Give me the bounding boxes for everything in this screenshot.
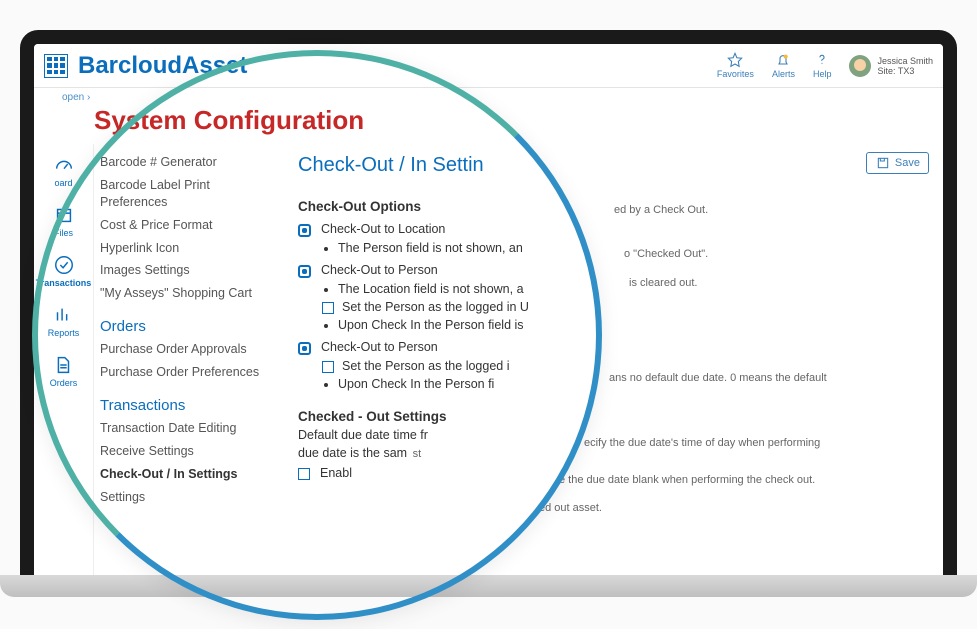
sub-option-label: Set the Person as the logged in U: [342, 300, 529, 314]
option-detail: Upon Check In the Person field is: [338, 318, 929, 332]
option-label: Check-Out to Location: [321, 222, 445, 236]
bell-icon: [775, 52, 791, 68]
enable-label: Enabl: [320, 466, 352, 480]
user-name: Jessica Smith: [877, 56, 933, 66]
main-panel: Check-Out / In Settin Save ed by a Check…: [284, 144, 943, 588]
bar-chart-icon: [52, 304, 74, 326]
sidebar-item[interactable]: Settings: [100, 489, 278, 506]
option-label: Check-Out to Person: [321, 340, 438, 354]
leftnav-transactions[interactable]: Transactions: [36, 254, 92, 288]
save-icon: [875, 155, 891, 171]
faded-text: ed by a Check Out.: [614, 204, 708, 216]
radio-icon[interactable]: [298, 224, 311, 237]
topbar: BarcloudAsset Favorites Alerts Help Jess…: [34, 44, 943, 88]
checkbox-icon[interactable]: [322, 361, 334, 373]
favorites-label: Favorites: [717, 69, 754, 79]
sidebar-item[interactable]: Transaction Date Editing: [100, 420, 278, 437]
alerts-label: Alerts: [772, 69, 795, 79]
star-icon: [727, 52, 743, 68]
sidebar-item[interactable]: Images Settings: [100, 262, 278, 279]
gauge-icon: [53, 154, 75, 176]
faded-text: ed out asset.: [539, 502, 602, 514]
sidebar-item[interactable]: "My Asseys" Shopping Cart: [100, 285, 278, 302]
leftnav-orders[interactable]: Orders: [50, 354, 78, 388]
radio-icon[interactable]: [298, 265, 311, 278]
app-logo-grid-icon[interactable]: [44, 54, 68, 78]
favorites-button[interactable]: Favorites: [717, 52, 754, 79]
sidebar-item[interactable]: Barcode # Generator: [100, 154, 278, 171]
faded-text: e the due date blank when performing the…: [559, 474, 815, 486]
leftnav-label: Reports: [48, 328, 80, 338]
checkbox-icon[interactable]: [322, 302, 334, 314]
panel-title: Check-Out / In Settin: [298, 154, 929, 177]
user-site: Site: TX3: [877, 66, 933, 76]
leftnav-label: Orders: [50, 378, 78, 388]
save-label: Save: [895, 157, 920, 169]
sub-option[interactable]: Set the Person as the logged i: [322, 359, 929, 373]
leftnav-label: oard: [54, 178, 72, 188]
sidebar-hdr-orders: Orders: [100, 318, 278, 335]
settings-sidebar: Barcode # Generator Barcode Label Print …: [94, 144, 284, 588]
checkbox-icon[interactable]: [298, 468, 310, 480]
save-button[interactable]: Save: [866, 152, 929, 174]
sidebar-item-checkout[interactable]: Check-Out / In Settings: [100, 466, 278, 483]
sidebar-item[interactable]: Cost & Price Format: [100, 217, 278, 234]
sidebar-hdr-transactions: Transactions: [100, 397, 278, 414]
setting-text: due date is the sam: [298, 446, 407, 460]
leftnav-label: Transactions: [36, 278, 92, 288]
leftnav-dashboard[interactable]: oard: [53, 154, 75, 188]
leftnav-label: Files: [54, 228, 73, 238]
laptop-base: [0, 575, 977, 597]
leftnav: oard Files Transactions Reports Orders: [34, 144, 94, 588]
faded-text: o "Checked Out".: [624, 248, 708, 260]
radio-icon[interactable]: [298, 342, 311, 355]
section-checked-out: Checked - Out Settings: [298, 409, 929, 424]
page-title: System Configuration: [34, 103, 943, 144]
help-label: Help: [813, 69, 832, 79]
sidebar-item[interactable]: Barcode Label Print Preferences: [100, 177, 278, 211]
sub-option[interactable]: Set the Person as the logged in U: [322, 300, 929, 314]
sidebar-item[interactable]: Receive Settings: [100, 443, 278, 460]
check-circle-icon: [53, 254, 75, 276]
sidebar-item[interactable]: Purchase Order Approvals: [100, 341, 278, 358]
faded-text: ecify the due date's time of day when pe…: [584, 437, 820, 449]
option-label: Check-Out to Person: [321, 263, 438, 277]
brand-title: BarcloudAsset: [78, 52, 247, 80]
breadcrumb[interactable]: open ›: [34, 88, 943, 103]
leftnav-reports[interactable]: Reports: [48, 304, 80, 338]
question-icon: [814, 52, 830, 68]
faded-text: ans no default due date. 0 means the def…: [609, 372, 827, 384]
document-icon: [52, 354, 74, 376]
leftnav-files[interactable]: Files: [53, 204, 75, 238]
radio-option-location[interactable]: Check-Out to Location: [298, 222, 929, 237]
radio-option-person2[interactable]: Check-Out to Person: [298, 340, 929, 355]
sub-option-label: Set the Person as the logged i: [342, 359, 509, 373]
faded-text: st: [413, 448, 422, 460]
alerts-button[interactable]: Alerts: [772, 52, 795, 79]
faded-text: is cleared out.: [629, 277, 697, 289]
help-button[interactable]: Help: [813, 52, 832, 79]
box-icon: [53, 204, 75, 226]
radio-option-person[interactable]: Check-Out to Person: [298, 263, 929, 278]
user-menu[interactable]: Jessica Smith Site: TX3: [849, 55, 933, 77]
sidebar-item[interactable]: Purchase Order Preferences: [100, 364, 278, 381]
sidebar-item[interactable]: Hyperlink Icon: [100, 240, 278, 257]
avatar: [849, 55, 871, 77]
